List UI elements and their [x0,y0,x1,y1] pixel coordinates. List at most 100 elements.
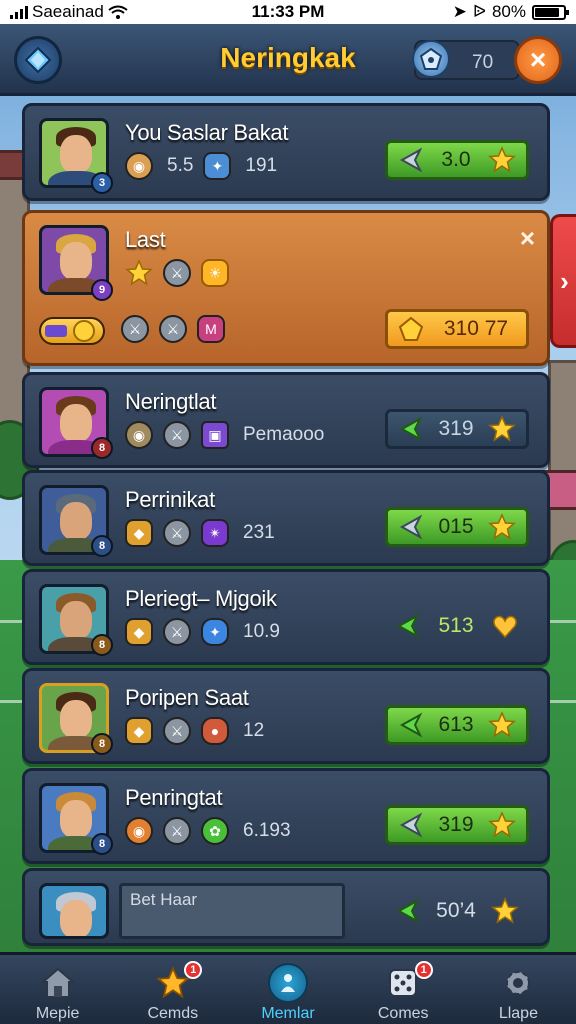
coin-icon [73,320,95,342]
player-name: Poripen Saat [125,685,249,710]
gem-icon [399,812,423,838]
nav-label: Mepie [35,1005,80,1022]
clock: 11:33 PM [251,2,325,21]
level-badge: 8 [91,733,113,755]
signal-icon [10,5,28,19]
star-icon [125,259,153,286]
nav-label: Memlar [261,1005,315,1022]
shield-icon: ◆ [125,717,153,745]
score-value: 015 [438,515,474,538]
swords-icon: ⚔ [163,817,191,845]
player-name: Perrinikat [125,487,215,512]
level-badge: 8 [91,437,113,459]
score-button[interactable]: 319 [385,409,529,449]
player-card[interactable]: 8 Pleriegt– Mjgoik ◆ ⚔ ✦ 10.9 513 [22,569,550,665]
player-name: Pleriegt– Mjgoik [125,586,277,611]
level-badge: 8 [91,535,113,557]
nav-label: Llape [498,1005,538,1022]
nav-item-games[interactable]: 1 Comes [346,955,461,1024]
player-card[interactable]: 8 Poripen Saat ◆ ⚔ ● 12 613 [22,668,550,764]
gear-icon [498,963,538,1003]
score-button[interactable]: 319 [385,805,529,845]
score-button[interactable]: 015 [385,507,529,547]
nav-label: Cemds [147,1005,199,1022]
level-badge: 3 [91,172,113,194]
nav-item-members[interactable]: Memlar [230,955,345,1024]
avatar [39,883,109,939]
close-button[interactable]: × [514,36,562,84]
player-card[interactable]: 8 Penringtat ◉ ⚔ ✿ 6.193 319 [22,768,550,864]
side-expand-tab[interactable]: › [550,214,576,348]
coin-icon: ◉ [125,152,153,180]
wifi-icon [108,5,128,19]
star-icon [488,146,516,173]
score-button[interactable]: 3.0 [385,140,529,180]
gem-icon [398,316,424,341]
player-stat: 12 [243,720,265,741]
gem-icon [399,712,423,738]
battery-percent: 80% [491,2,526,21]
notification-badge: 1 [184,961,203,979]
status-bar: Saeainad 11:33 PM ➤ ᐉ 80% [0,0,576,24]
bluetooth-icon: ᐉ [472,2,486,21]
dismiss-button[interactable]: × [520,223,535,254]
player-card[interactable]: Bet Haar 50’4 [22,868,550,946]
message-field[interactable]: Bet Haar [119,883,345,939]
score-value: 3.0 [441,148,471,171]
player-name: Neringtlat [125,389,217,414]
rune-icon: M [197,315,225,343]
gem-icon [399,514,423,540]
swords-icon: ⚔ [163,618,191,646]
shield-icon: ◆ [125,519,153,547]
score-value: 513 [438,614,474,637]
location-icon: ➤ [452,2,467,21]
sun-icon: ☀ [201,259,229,287]
apple-icon: ● [201,717,229,745]
player-stat-small: 5.5 [167,155,194,176]
swords-icon: ⚔ [159,315,187,343]
star-icon [488,415,516,442]
carrier-name: Saeainad [32,2,104,21]
currency-counter: 70 [412,40,520,80]
nav-item-cards[interactable]: 1 Cemds [115,955,230,1024]
potion-icon: ✦ [203,152,232,180]
level-badge: 9 [91,279,113,301]
score-value: 310 77 [443,317,509,340]
gem-icon [399,147,423,173]
potion-icon: ✦ [201,618,229,646]
bottom-nav: Mepie 1 Cemds Memlar 1 Comes Llape [0,952,576,1024]
swords-icon: ⚔ [163,717,191,745]
gem-currency-icon [412,40,450,78]
currency-value: 70 [472,52,494,73]
cube-icon: ▣ [201,421,229,449]
coin-icon: ◉ [125,421,153,449]
score-button[interactable]: 513 [385,606,529,646]
player-card[interactable]: 8 Neringtlat ◉ ⚔ ▣ Pemaooo 319 [22,372,550,468]
nav-label: Comes [377,1005,429,1022]
gear-badge-icon: ✴ [201,519,229,547]
player-card[interactable]: 3 You Saslar Bakat ◉ 5.5 ✦ 191 3.0 [22,103,550,201]
notification-badge: 1 [414,961,433,979]
player-card-selected[interactable]: 9 Last × ⚔ ☀ ⚔ ⚔ M 310 77 [22,210,550,366]
player-card[interactable]: 8 Perrinikat ◆ ⚔ ✴ 231 015 [22,470,550,566]
nav-item-settings[interactable]: Llape [461,955,576,1024]
battery-icon [532,4,569,20]
nav-item-home[interactable]: Mepie [0,955,115,1024]
home-icon [38,963,78,1003]
heart-icon [493,615,517,639]
score-value: 319 [438,417,474,440]
score-button[interactable]: 613 [385,705,529,745]
score-button[interactable]: 50’4 [385,891,529,931]
player-stat: 191 [245,155,278,176]
level-badge: 8 [91,634,113,656]
ticket-icon [45,325,67,337]
level-badge: 8 [91,833,113,855]
score-value: 50’4 [436,899,476,922]
player-name: Last [125,227,166,252]
star-icon [488,711,516,738]
herb-icon: ✿ [201,817,229,845]
score-button[interactable]: 310 77 [385,309,529,349]
star-icon [488,811,516,838]
swords-icon: ⚔ [163,259,191,287]
star-icon [491,897,519,924]
